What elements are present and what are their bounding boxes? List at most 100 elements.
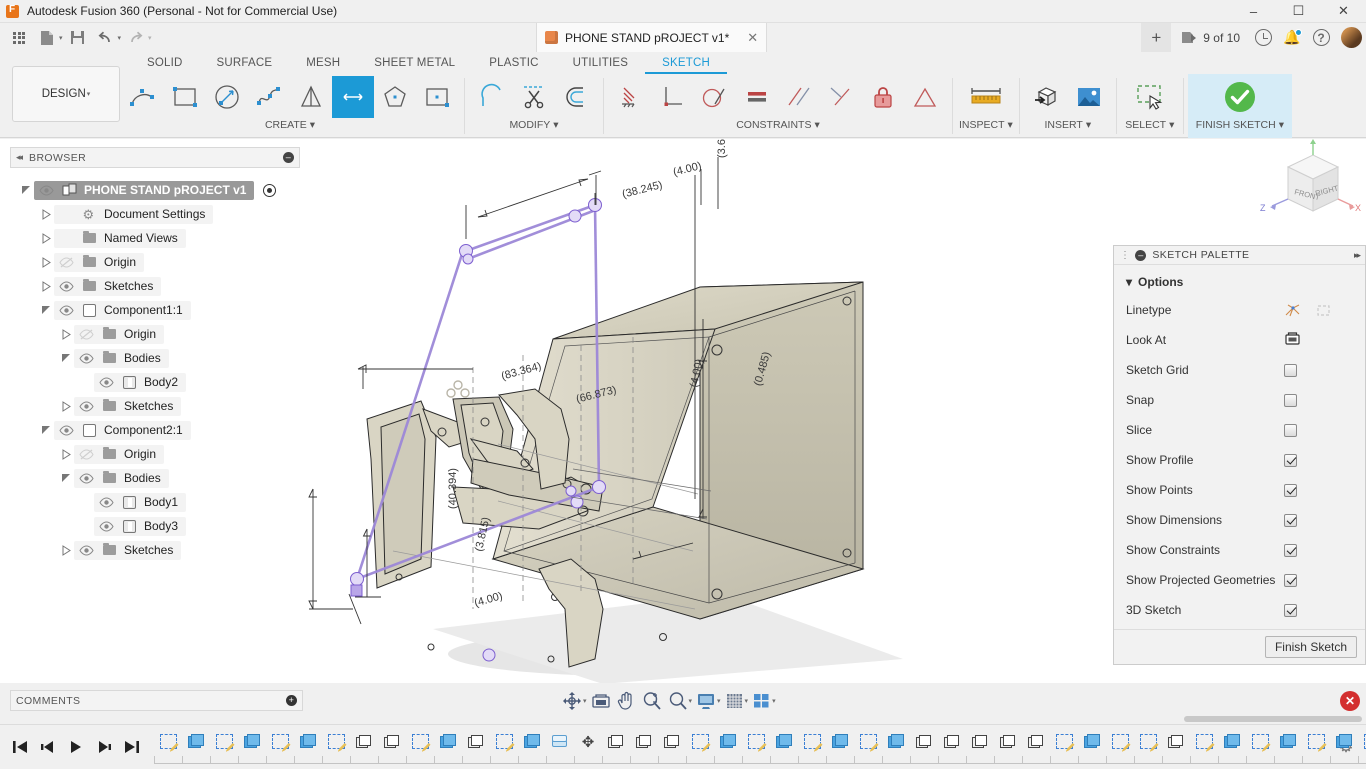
- timeline-feature[interactable]: [994, 729, 1022, 755]
- viewports-caret-icon[interactable]: ▾: [772, 697, 776, 705]
- tool-measure-ruler-icon[interactable]: [960, 76, 1012, 118]
- orbit-caret-icon[interactable]: ▾: [583, 697, 587, 705]
- timeline-feature[interactable]: [1078, 729, 1106, 755]
- tree-item[interactable]: Sketches: [0, 394, 303, 418]
- redo-icon[interactable]: [123, 26, 149, 50]
- timeline-extrude-icon[interactable]: [832, 734, 849, 749]
- app-grid-icon[interactable]: [6, 26, 32, 50]
- tool-rectangle-icon[interactable]: [164, 76, 206, 118]
- job-status[interactable]: 9 of 10: [1174, 30, 1247, 45]
- tree-item[interactable]: Origin: [0, 322, 303, 346]
- timeline-feature[interactable]: [434, 729, 462, 755]
- option-checkbox[interactable]: [1284, 364, 1297, 377]
- visibility-toggle-icon[interactable]: [94, 497, 118, 508]
- timeline-feature[interactable]: [854, 729, 882, 755]
- grid-snap-caret-icon[interactable]: ▾: [745, 697, 749, 705]
- tool-insert-derive-icon[interactable]: [1026, 76, 1068, 118]
- timeline-feature[interactable]: [966, 729, 994, 755]
- timeline-sketch-icon[interactable]: [692, 734, 709, 749]
- palette-option-row[interactable]: Look At: [1114, 325, 1365, 355]
- visibility-toggle-icon[interactable]: [74, 449, 98, 460]
- play-icon[interactable]: [66, 735, 86, 759]
- tree-collapse-icon[interactable]: [38, 306, 54, 315]
- activate-component-radio[interactable]: [263, 184, 276, 197]
- viewports-icon[interactable]: [750, 690, 773, 712]
- visibility-toggle-icon[interactable]: [74, 401, 98, 412]
- tree-expand-icon[interactable]: [38, 282, 54, 291]
- undo-icon[interactable]: [93, 26, 119, 50]
- tree-expand-icon[interactable]: [38, 210, 54, 219]
- visibility-toggle-icon[interactable]: [74, 329, 98, 340]
- palette-option-row[interactable]: Show Dimensions: [1114, 505, 1365, 535]
- tree-collapse-icon[interactable]: [38, 426, 54, 435]
- panel-finish-sketch-label[interactable]: FINISH SKETCH▾: [1196, 119, 1284, 131]
- timeline-feature[interactable]: [1190, 729, 1218, 755]
- timeline-feature[interactable]: [546, 729, 574, 755]
- tree-item[interactable]: Component1:1: [0, 298, 303, 322]
- option-checkbox[interactable]: [1284, 424, 1297, 437]
- option-checkbox[interactable]: [1284, 544, 1297, 557]
- tree-item[interactable]: Sketches: [0, 538, 303, 562]
- timeline-fillet-icon[interactable]: [1168, 735, 1184, 749]
- timeline-feature[interactable]: [1134, 729, 1162, 755]
- timeline-stack-icon[interactable]: [552, 735, 569, 749]
- zoom-window-caret-icon[interactable]: ▾: [689, 697, 693, 705]
- timeline-scrollbar-thumb[interactable]: [1184, 716, 1362, 722]
- timeline-extrude-icon[interactable]: [440, 734, 457, 749]
- palette-grip-icon[interactable]: ⋮: [1120, 250, 1130, 261]
- timeline-feature[interactable]: [294, 729, 322, 755]
- maximize-button[interactable]: ☐: [1276, 0, 1321, 23]
- timeline-extrude-icon[interactable]: [1280, 734, 1297, 749]
- tool-fillet-icon[interactable]: [471, 76, 513, 118]
- timeline-extrude-icon[interactable]: [188, 734, 205, 749]
- tool-point-rectangle-icon[interactable]: [416, 76, 458, 118]
- timeline-sketch-icon[interactable]: [216, 734, 233, 749]
- timeline-feature[interactable]: ✥: [574, 729, 602, 755]
- timeline-feature[interactable]: [910, 729, 938, 755]
- tree-item[interactable]: Bodies: [0, 466, 303, 490]
- timeline-feature[interactable]: [1218, 729, 1246, 755]
- timeline-sketch-icon[interactable]: [1140, 734, 1157, 749]
- timeline-feature[interactable]: [1106, 729, 1134, 755]
- panel-inspect-label[interactable]: INSPECT▾: [959, 119, 1013, 131]
- timeline-feature[interactable]: [1274, 729, 1302, 755]
- timeline-feature[interactable]: [686, 729, 714, 755]
- tree-item[interactable]: Bodies: [0, 346, 303, 370]
- panel-modify-label[interactable]: MODIFY▾: [509, 119, 558, 131]
- tool-rectangle-2point-icon[interactable]: [332, 76, 374, 118]
- visibility-toggle-icon[interactable]: [74, 473, 98, 484]
- linetype-icons[interactable]: [1284, 303, 1332, 318]
- timeline-extrude-icon[interactable]: [1336, 734, 1353, 749]
- palette-collapse-icon[interactable]: ▸▸: [1354, 250, 1359, 261]
- palette-option-row[interactable]: Show Points: [1114, 475, 1365, 505]
- timeline-fillet-icon[interactable]: [468, 735, 484, 749]
- tool-select-window-icon[interactable]: [1123, 76, 1177, 118]
- timeline-sketch-icon[interactable]: [1196, 734, 1213, 749]
- palette-option-row[interactable]: Show Profile: [1114, 445, 1365, 475]
- panel-constraints-label[interactable]: CONSTRAINTS▾: [736, 119, 820, 131]
- timeline-feature[interactable]: [406, 729, 434, 755]
- tree-expand-icon[interactable]: [38, 234, 54, 243]
- timeline-feature[interactable]: [770, 729, 798, 755]
- tree-item[interactable]: Body3: [0, 514, 303, 538]
- timeline-feature[interactable]: [602, 729, 630, 755]
- tool-insert-image-icon[interactable]: [1068, 76, 1110, 118]
- visibility-toggle-icon[interactable]: [74, 353, 98, 364]
- grid-snap-icon[interactable]: [723, 690, 746, 712]
- redo-caret-icon[interactable]: ▾: [148, 34, 152, 42]
- palette-minimize-icon[interactable]: –: [1135, 250, 1146, 261]
- dimension-label[interactable]: (3.68): [716, 139, 728, 158]
- timeline-sketch-icon[interactable]: [1112, 734, 1129, 749]
- visibility-toggle-icon[interactable]: [94, 521, 118, 532]
- tree-item[interactable]: Sketches: [0, 274, 303, 298]
- tool-line-mirror-icon[interactable]: [290, 76, 332, 118]
- tree-collapse-icon[interactable]: [58, 474, 74, 483]
- timeline-fillet-icon[interactable]: [944, 735, 960, 749]
- tool-symmetry-icon[interactable]: [904, 76, 946, 118]
- new-tab-button[interactable]: +: [1141, 23, 1171, 52]
- panel-insert-label[interactable]: INSERT▾: [1044, 119, 1091, 131]
- timeline-feature[interactable]: [518, 729, 546, 755]
- orbit-icon[interactable]: [560, 690, 584, 712]
- timeline-sketch-icon[interactable]: [1308, 734, 1325, 749]
- tree-expand-icon[interactable]: [58, 330, 74, 339]
